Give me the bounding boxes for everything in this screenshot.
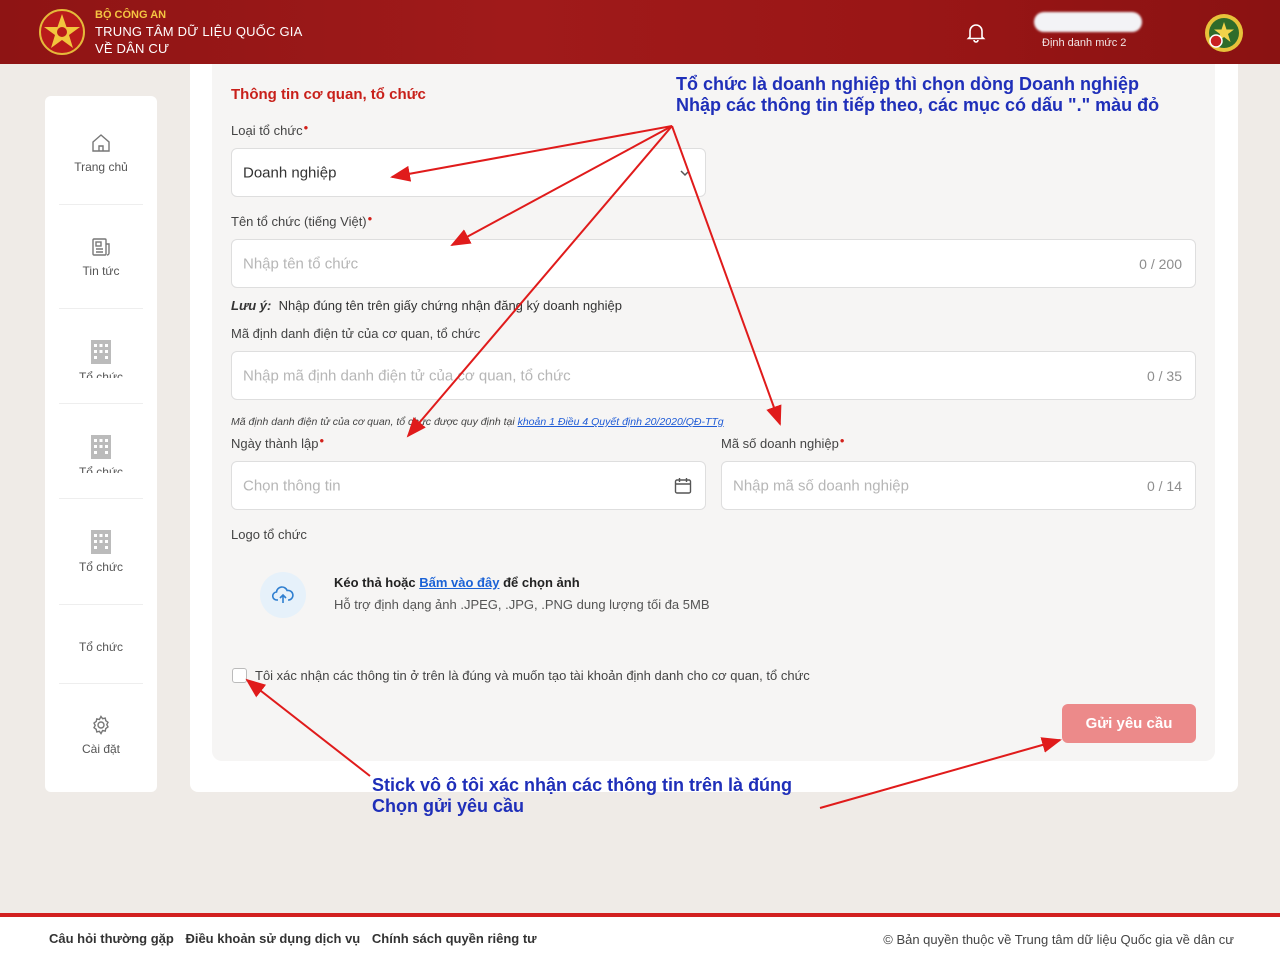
confirm-label[interactable]: Tôi xác nhận các thông tin ở trên là đún…	[255, 668, 810, 683]
founded-date-picker[interactable]: Chọn thông tin	[231, 461, 706, 510]
logo-label: Logo tổ chức	[231, 527, 307, 542]
building-icon	[91, 340, 111, 364]
sidebar-item-label: Tổ chức	[78, 465, 124, 473]
sidebar-item-news[interactable]: Tin tức	[45, 236, 157, 278]
eid-placeholder: Nhập mã định danh điện tử của cơ quan, t…	[243, 367, 571, 384]
footer-link-faq[interactable]: Câu hỏi thường gặp	[49, 931, 174, 946]
char-counter: 0 / 35	[1146, 367, 1182, 384]
eid-note: Mã định danh điện tử của cơ quan, tổ chứ…	[231, 416, 724, 428]
char-counter: 0 / 14	[1146, 477, 1182, 494]
org-type-select[interactable]: Doanh nghiệp	[231, 148, 706, 197]
sidebar-item-label: Tin tức	[82, 264, 120, 278]
building-icon	[91, 530, 111, 554]
avatar-emblem-icon[interactable]	[1204, 13, 1244, 53]
gear-icon	[93, 715, 109, 735]
sidebar-item-label: Tổ chức	[78, 560, 124, 574]
sidebar-item-label: Tổ chức	[78, 370, 124, 378]
char-counter: 0 / 200	[1139, 255, 1182, 272]
org-name-placeholder: Nhập tên tổ chức	[243, 255, 359, 272]
founded-placeholder: Chọn thông tin	[243, 477, 341, 494]
calendar-icon	[674, 477, 692, 494]
divider	[59, 498, 143, 499]
confirm-checkbox[interactable]	[232, 668, 247, 683]
upload-instruction: Kéo thả hoặc Bấm vào đây để chọn ảnh	[334, 575, 580, 590]
tax-code-input[interactable]: Nhập mã số doanh nghiệp 0 / 14	[721, 461, 1196, 510]
org-name-note: Lưu ý: Nhập đúng tên trên giấy chứng nhậ…	[231, 298, 622, 313]
building-icon	[91, 435, 111, 459]
app-header: BỘ CÔNG AN TRUNG TÂM DỮ LIỆU QUỐC GIA VỀ…	[0, 0, 1280, 64]
divider	[59, 204, 143, 205]
sidebar-item-org-2[interactable]: Tổ chức	[45, 431, 157, 473]
user-name-redacted[interactable]	[1034, 12, 1142, 32]
cloud-upload-icon	[272, 586, 294, 603]
upload-dropzone[interactable]	[260, 572, 306, 618]
divider	[59, 604, 143, 605]
divider	[59, 683, 143, 684]
submit-button[interactable]: Gửi yêu cầu	[1062, 704, 1196, 743]
org-name-input[interactable]: Nhập tên tổ chức 0 / 200	[231, 239, 1196, 288]
home-icon	[92, 134, 110, 152]
sidebar-item-org-4[interactable]: Tổ chức	[45, 640, 157, 654]
footer-link-terms[interactable]: Điều khoản sử dụng dịch vụ	[185, 931, 360, 946]
org-type-value: Doanh nghiệp	[243, 164, 337, 181]
tax-code-placeholder: Nhập mã số doanh nghiệp	[733, 477, 909, 494]
divider	[59, 308, 143, 309]
upload-hint: Hỗ trợ định dạng ảnh .JPEG, .JPG, .PNG d…	[334, 597, 710, 612]
sidebar: Trang chủ Tin tức Tổ chức Tổ chức Tổ chứ…	[45, 96, 157, 792]
org-name-line3: VỀ DÂN CƯ	[95, 41, 170, 56]
sidebar-item-settings[interactable]: Cài đặt	[45, 714, 157, 756]
eid-input[interactable]: Nhập mã định danh điện tử của cơ quan, t…	[231, 351, 1196, 400]
regulation-link[interactable]: khoản 1 Điều 4 Quyết định 20/2020/QĐ-TTg	[518, 416, 724, 428]
sidebar-item-label: Cài đặt	[81, 742, 121, 756]
footer: Câu hỏi thường gặp Điều khoản sử dụng dị…	[0, 917, 1280, 960]
annotation-top: Tổ chức là doanh nghiệp thì chọn dòng Do…	[676, 74, 1160, 115]
sidebar-item-org-1[interactable]: Tổ chức	[45, 336, 157, 378]
police-star-emblem-icon[interactable]	[38, 8, 86, 56]
footer-link-privacy[interactable]: Chính sách quyền riêng tư	[372, 931, 537, 946]
tax-code-label: Mã số doanh nghiệp•	[721, 433, 845, 451]
founded-label: Ngày thành lập•	[231, 433, 325, 451]
sidebar-item-label: Tổ chức	[78, 640, 124, 654]
sidebar-item-label: Trang chủ	[74, 160, 128, 174]
eid-label: Mã định danh điện tử của cơ quan, tổ chứ…	[231, 326, 481, 341]
org-name-label: Tên tổ chức (tiếng Việt)•	[231, 211, 373, 229]
org-type-label: Loại tổ chức•	[231, 120, 309, 138]
org-name-line2: TRUNG TÂM DỮ LIỆU QUỐC GIA	[95, 24, 303, 39]
divider	[59, 403, 143, 404]
user-level: Định danh mức 2	[1042, 37, 1127, 49]
bell-icon[interactable]	[964, 20, 988, 44]
org-name-line1: BỘ CÔNG AN	[95, 9, 167, 21]
chevron-down-icon	[680, 169, 690, 176]
sidebar-item-org-3[interactable]: Tổ chức	[45, 526, 157, 574]
copyright: © Bản quyền thuộc về Trung tâm dữ liệu Q…	[883, 932, 1234, 947]
sidebar-item-home[interactable]: Trang chủ	[45, 132, 157, 174]
upload-browse-link[interactable]: Bấm vào đây	[419, 575, 499, 590]
footer-links: Câu hỏi thường gặp Điều khoản sử dụng dị…	[49, 931, 545, 946]
section-title: Thông tin cơ quan, tổ chức	[231, 86, 426, 103]
annotation-bottom: Stick vô ô tôi xác nhận các thông tin tr…	[372, 775, 793, 816]
news-icon	[92, 238, 110, 256]
